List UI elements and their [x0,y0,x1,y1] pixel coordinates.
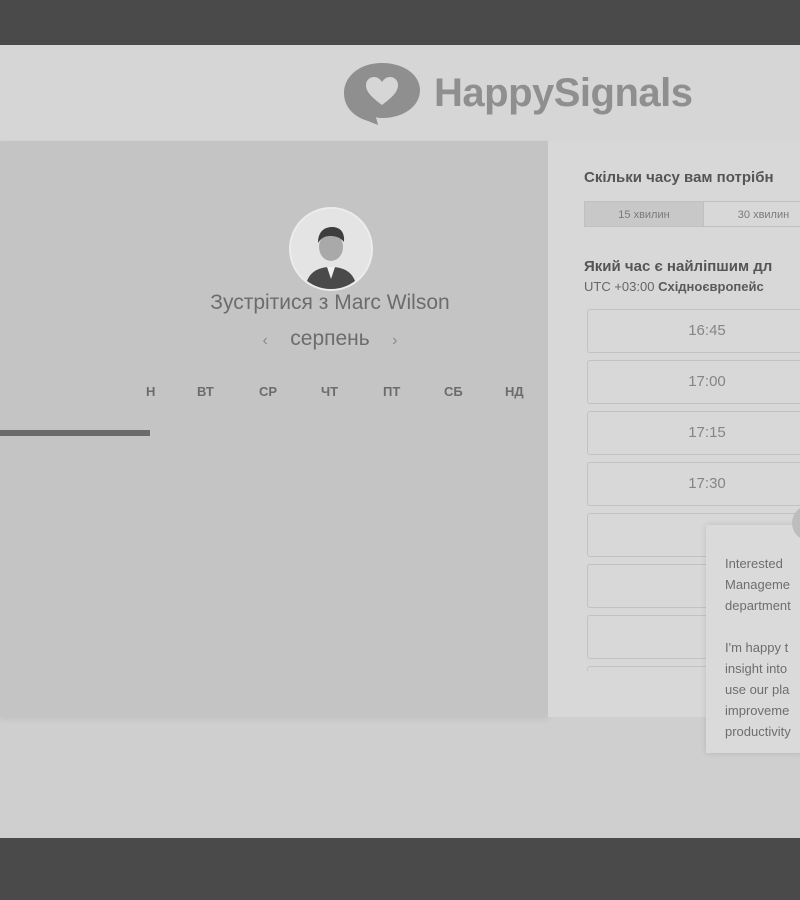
chevron-right-icon[interactable]: › [392,332,397,349]
time-slot-label: 17:15 [688,424,726,441]
time-slot[interactable]: 16:45 [587,309,800,353]
time-question: Який час є найліпшим дл [584,258,773,275]
weekday-divider [0,430,150,436]
duration-30-button[interactable]: 30 хвилин [704,201,800,227]
heart-speech-bubble-icon [344,63,420,125]
month-label: серпень [290,327,370,350]
timezone-label[interactable]: UTC +03:00 Східноєвропейс [584,279,764,294]
weekday-thu: ЧТ [321,384,339,399]
weekday-fri: ПТ [383,384,401,399]
header: HappySignals [0,45,800,141]
chevron-left-icon[interactable]: ‹ [262,332,267,349]
time-slot-label: 17:30 [688,475,726,492]
time-slot[interactable]: 17:30 [587,462,800,506]
weekday-tue: ВТ [197,384,214,399]
timezone-offset: UTC +03:00 [584,279,655,294]
brand-logo[interactable]: HappySignals [342,59,693,127]
app-viewport: HappySignals Зустрітися з Marc Wilson ‹ … [0,45,800,838]
time-slot-label: 16:45 [688,322,726,339]
time-slot[interactable]: 17:15 [587,411,800,455]
duration-question: Скільки часу вам потрібн [584,169,774,186]
chat-popup[interactable]: Interested Manageme department I'm happy… [706,525,800,753]
calendar-panel: Зустрітися з Marc Wilson ‹ серпень › Н В… [0,141,548,717]
weekday-sun: НД [505,384,524,399]
duration-15-button[interactable]: 15 хвилин [584,201,704,227]
person-photo-icon [291,209,371,289]
weekday-mon: Н [146,384,156,399]
weekday-wed: СР [259,384,278,399]
timezone-name: Східноєвропейс [658,279,764,294]
brand-name: HappySignals [434,70,693,115]
time-slot-label: 17:00 [688,373,726,390]
weekday-sat: СБ [444,384,463,399]
avatar [289,207,373,291]
chat-popup-text: Interested Manageme department I'm happy… [725,556,791,739]
duration-toggle: 15 хвилин 30 хвилин [584,201,800,227]
time-slot[interactable]: 17:00 [587,360,800,404]
